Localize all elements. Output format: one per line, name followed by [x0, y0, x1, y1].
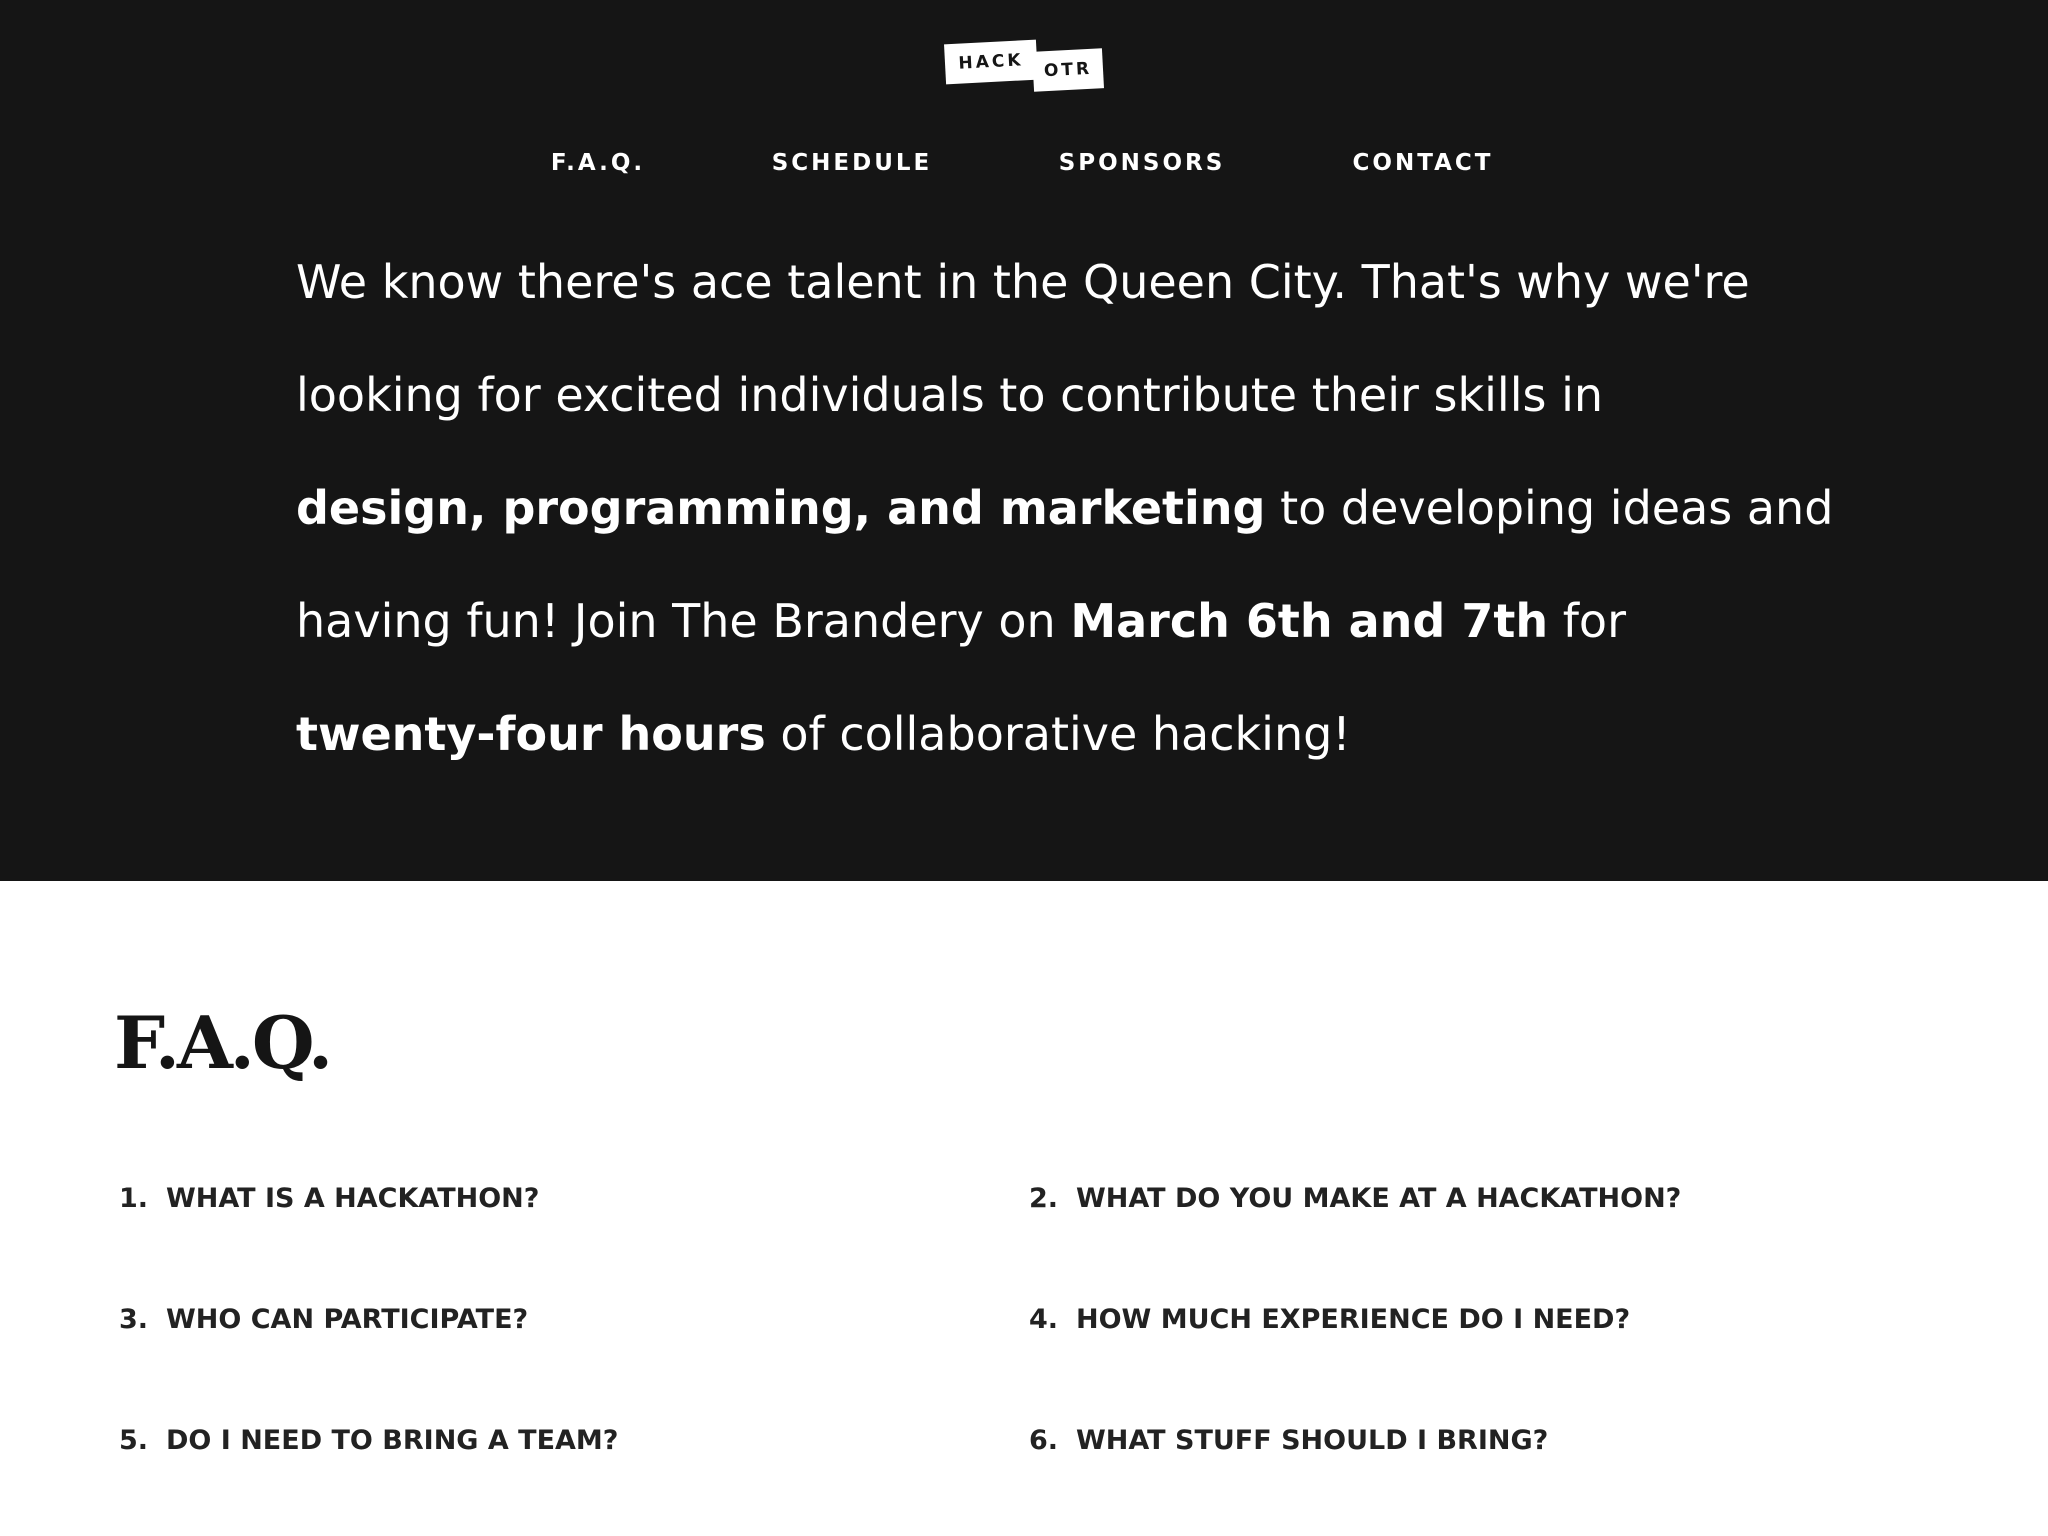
intro-line-2: looking for excited individuals to contr…: [296, 368, 1604, 422]
faq-question-6[interactable]: 6. WHAT STUFF SHOULD I BRING?: [1029, 1425, 1548, 1456]
main-nav: F.A.Q. SCHEDULE SPONSORS CONTACT: [0, 150, 2048, 180]
faq-question-5[interactable]: 5. DO I NEED TO BRING A TEAM?: [119, 1425, 618, 1456]
faq-number: 3.: [119, 1304, 149, 1335]
intro-paragraph: We know there's ace talent in the Queen …: [296, 226, 1833, 791]
faq-question-4[interactable]: 4. HOW MUCH EXPERIENCE DO I NEED?: [1029, 1304, 1630, 1335]
faq-question-text: WHAT IS A HACKATHON?: [166, 1183, 540, 1214]
intro-line-5: twenty-four hours of collaborative hacki…: [296, 678, 1776, 791]
intro-dates-emphasis: March 6th and 7th: [1070, 594, 1549, 648]
faq-question-text: DO I NEED TO BRING A TEAM?: [166, 1425, 619, 1456]
hackotr-logo[interactable]: HACK OTR: [944, 36, 1105, 94]
intro-line-1: We know there's ace talent in the Queen …: [296, 255, 1750, 309]
faq-heading: F.A.Q.: [114, 1000, 333, 1085]
intro-duration-emphasis: twenty-four hours: [296, 707, 766, 761]
intro-line-4-text: having fun! Join The Brandery on: [296, 594, 1071, 648]
intro-line-4-end: for: [1548, 594, 1626, 648]
faq-number: 5.: [119, 1425, 149, 1456]
faq-number: 4.: [1029, 1304, 1059, 1335]
faq-number: 1.: [119, 1183, 149, 1214]
intro-line-5-text: of collaborative hacking!: [765, 707, 1351, 761]
faq-question-3[interactable]: 3. WHO CAN PARTICIPATE?: [119, 1304, 528, 1335]
nav-link-faq[interactable]: F.A.Q.: [551, 150, 645, 176]
faq-question-text: WHAT STUFF SHOULD I BRING?: [1076, 1425, 1549, 1456]
nav-link-contact[interactable]: CONTACT: [1353, 150, 1494, 176]
faq-question-1[interactable]: 1. WHAT IS A HACKATHON?: [119, 1183, 539, 1214]
faq-question-text: WHO CAN PARTICIPATE?: [166, 1304, 529, 1335]
intro-line-4: having fun! Join The Brandery on March 6…: [296, 565, 1776, 678]
logo-hack-block: HACK: [944, 39, 1038, 85]
faq-number: 2.: [1029, 1183, 1059, 1214]
faq-number: 6.: [1029, 1425, 1059, 1456]
nav-link-schedule[interactable]: SCHEDULE: [772, 150, 933, 176]
faq-question-2[interactable]: 2. WHAT DO YOU MAKE AT A HACKATHON?: [1029, 1183, 1681, 1214]
faq-question-text: HOW MUCH EXPERIENCE DO I NEED?: [1076, 1304, 1631, 1335]
intro-line-3: design, programming, and marketing to de…: [296, 452, 1833, 565]
intro-line-3-text: to developing ideas and: [1265, 481, 1834, 535]
hero-section: HACK OTR F.A.Q. SCHEDULE SPONSORS CONTAC…: [0, 0, 2048, 881]
intro-skills-emphasis: design, programming, and marketing: [296, 481, 1266, 535]
faq-question-text: WHAT DO YOU MAKE AT A HACKATHON?: [1076, 1183, 1682, 1214]
logo-otr-block: OTR: [1032, 48, 1104, 92]
nav-link-sponsors[interactable]: SPONSORS: [1059, 150, 1226, 176]
